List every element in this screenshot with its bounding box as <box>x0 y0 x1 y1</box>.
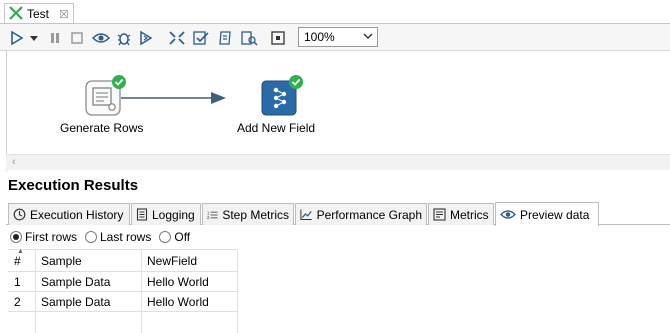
tab-label: Metrics <box>450 207 489 222</box>
add-new-field-success-check-icon <box>289 75 303 89</box>
tab-label: Performance Graph <box>316 207 422 222</box>
eye-icon <box>500 210 516 219</box>
numbered-list-icon: 12 <box>207 210 218 220</box>
document-icon <box>136 208 148 221</box>
radio-label: Last rows <box>100 230 152 244</box>
radio-last-rows[interactable]: Last rows <box>85 230 151 244</box>
canvas-horizontal-scrollbar[interactable]: ‹ <box>6 154 670 170</box>
column-header-index[interactable]: # <box>8 251 35 271</box>
table-cell[interactable]: Sample Data <box>36 272 141 292</box>
add-new-field-label: Add New Field <box>237 121 316 135</box>
tab-label: Step Metrics <box>222 207 289 222</box>
hop-arrow-icon <box>211 92 226 104</box>
table-cell[interactable]: Hello World <box>142 292 237 312</box>
preview-mode-radio-group: First rows Last rows Off <box>10 229 198 245</box>
radio-button-checked[interactable] <box>10 231 22 243</box>
radio-label: Off <box>174 230 191 244</box>
row-index-cell: 1 <box>14 275 21 289</box>
preview-data-table: ▲ # Sample NewField 1 Sample Data Hello … <box>8 248 670 333</box>
scroll-left-icon[interactable]: ‹ <box>12 156 16 168</box>
row-index-cell: 2 <box>14 295 21 309</box>
radio-button[interactable] <box>159 231 172 243</box>
clock-icon <box>13 208 26 221</box>
table-cell[interactable]: Hello World <box>142 272 237 292</box>
tab-performance-graph[interactable]: Performance Graph <box>295 203 427 225</box>
radio-off[interactable]: Off <box>159 230 190 244</box>
execution-results-title: Execution Results <box>8 177 139 194</box>
grid-line <box>237 249 238 333</box>
generate-rows-label: Generate Rows <box>60 121 144 135</box>
radio-label: First rows <box>25 230 77 244</box>
line-chart-icon <box>300 209 312 220</box>
svg-text:2: 2 <box>207 215 210 220</box>
spoon-window: Test ☒ 100% Generate Rows Add New Field … <box>0 0 670 333</box>
results-tab-bar: Execution History Logging 12 Step Metric… <box>6 201 670 226</box>
tab-logging[interactable]: Logging <box>131 203 201 225</box>
tab-metrics[interactable]: Metrics <box>428 203 494 225</box>
tab-preview-data[interactable]: Preview data <box>495 202 599 226</box>
generate-rows-success-check-icon <box>112 75 126 89</box>
column-header-sample[interactable]: Sample <box>36 251 141 271</box>
table-cell[interactable]: Sample Data <box>36 292 141 312</box>
canvas-drawing <box>85 75 303 116</box>
tab-execution-history[interactable]: Execution History <box>8 203 130 225</box>
radio-first-rows[interactable]: First rows <box>10 230 77 244</box>
tab-label: Logging <box>152 207 195 222</box>
radio-button[interactable] <box>85 231 97 243</box>
tab-step-metrics[interactable]: 12 Step Metrics <box>202 203 294 225</box>
metrics-icon <box>433 208 446 221</box>
tab-label: Preview data <box>520 207 590 222</box>
column-header-newfield[interactable]: NewField <box>142 251 237 271</box>
tab-label: Execution History <box>30 207 124 222</box>
grid-line <box>8 249 238 250</box>
